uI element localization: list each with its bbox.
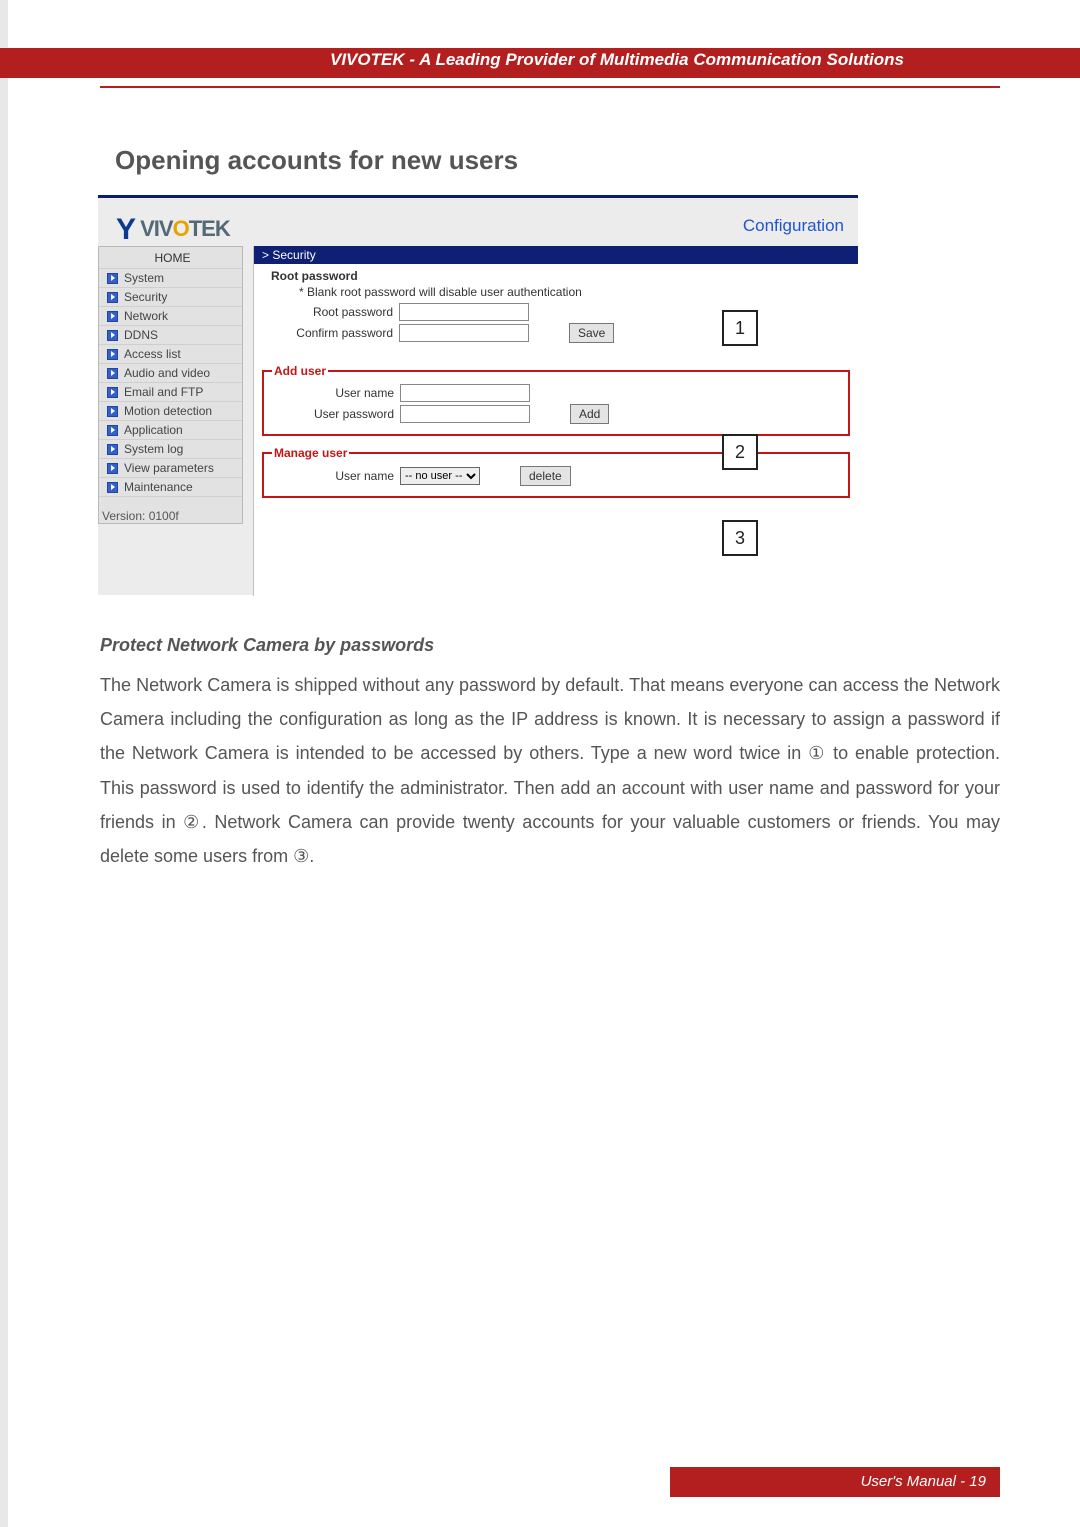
arrow-icon [107, 330, 118, 341]
arrow-icon [107, 406, 118, 417]
callout-2: 2 [722, 434, 758, 470]
add-user-legend: Add user [272, 364, 328, 378]
manage-user-name-label: User name [272, 469, 400, 483]
manage-user-select[interactable]: -- no user -- [400, 467, 480, 485]
root-password-label: Root password [271, 305, 399, 319]
callout-3: 3 [722, 520, 758, 556]
add-user-pw-label: User password [272, 407, 400, 421]
nav-item-accesslist[interactable]: Access list [99, 345, 242, 364]
nav-label: System [124, 271, 164, 285]
arrow-icon [107, 273, 118, 284]
vivotek-logo: Y VIVOTEK [116, 210, 230, 244]
nav-label: View parameters [124, 461, 214, 475]
manage-user-legend: Manage user [272, 446, 349, 460]
save-button[interactable]: Save [569, 323, 614, 343]
arrow-icon [107, 463, 118, 474]
delete-button[interactable]: delete [520, 466, 571, 486]
root-password-title: Root password [271, 269, 841, 283]
add-button[interactable]: Add [570, 404, 609, 424]
breadcrumb: > Security [254, 246, 858, 264]
manage-user-group: Manage user User name -- no user -- dele… [262, 446, 850, 498]
arrow-icon [107, 311, 118, 322]
nav-item-network[interactable]: Network [99, 307, 242, 326]
nav-item-ddns[interactable]: DDNS [99, 326, 242, 345]
nav-label: Access list [124, 347, 181, 361]
nav-label: DDNS [124, 328, 158, 342]
page-title: Opening accounts for new users [115, 145, 518, 176]
root-password-warning: * Blank root password will disable user … [271, 285, 841, 299]
nav-label: Audio and video [124, 366, 210, 380]
callout-1: 1 [722, 310, 758, 346]
nav-label: Email and FTP [124, 385, 203, 399]
nav-label: Application [124, 423, 183, 437]
arrow-icon [107, 482, 118, 493]
nav-label: System log [124, 442, 183, 456]
header-tagline: VIVOTEK - A Leading Provider of Multimed… [330, 50, 904, 70]
arrow-icon [107, 444, 118, 455]
content-pane: > Security Root password * Blank root pa… [253, 246, 858, 596]
nav-item-motion[interactable]: Motion detection [99, 402, 242, 421]
nav-item-security[interactable]: Security [99, 288, 242, 307]
side-nav: HOME System Security Network DDNS Access… [98, 246, 243, 524]
root-password-input[interactable] [399, 303, 529, 321]
nav-item-av[interactable]: Audio and video [99, 364, 242, 383]
nav-home[interactable]: HOME [99, 247, 242, 269]
nav-item-emailftp[interactable]: Email and FTP [99, 383, 242, 402]
left-rail [0, 0, 8, 1527]
arrow-icon [107, 349, 118, 360]
footer-page-label: User's Manual - 19 [670, 1467, 1000, 1497]
add-user-group: Add user User name User password Add [262, 364, 850, 436]
confirm-password-label: Confirm password [271, 326, 399, 340]
nav-label: Network [124, 309, 168, 323]
firmware-version: Version: 0100f [99, 509, 242, 523]
arrow-icon [107, 425, 118, 436]
nav-item-application[interactable]: Application [99, 421, 242, 440]
root-password-group: Root password * Blank root password will… [262, 264, 850, 354]
nav-item-syslog[interactable]: System log [99, 440, 242, 459]
nav-label: Motion detection [124, 404, 212, 418]
add-user-pw-input[interactable] [400, 405, 530, 423]
arrow-icon [107, 387, 118, 398]
nav-item-maintenance[interactable]: Maintenance [99, 478, 242, 497]
section-subheading: Protect Network Camera by passwords [100, 635, 434, 656]
add-user-name-label: User name [272, 386, 400, 400]
body-paragraph: The Network Camera is shipped without an… [100, 668, 1000, 873]
configuration-link[interactable]: Configuration [743, 216, 844, 236]
add-user-name-input[interactable] [400, 384, 530, 402]
arrow-icon [107, 368, 118, 379]
header-rule [100, 86, 1000, 88]
nav-label: Maintenance [124, 480, 193, 494]
confirm-password-input[interactable] [399, 324, 529, 342]
nav-label: Security [124, 290, 167, 304]
nav-item-viewparams[interactable]: View parameters [99, 459, 242, 478]
arrow-icon [107, 292, 118, 303]
nav-item-system[interactable]: System [99, 269, 242, 288]
